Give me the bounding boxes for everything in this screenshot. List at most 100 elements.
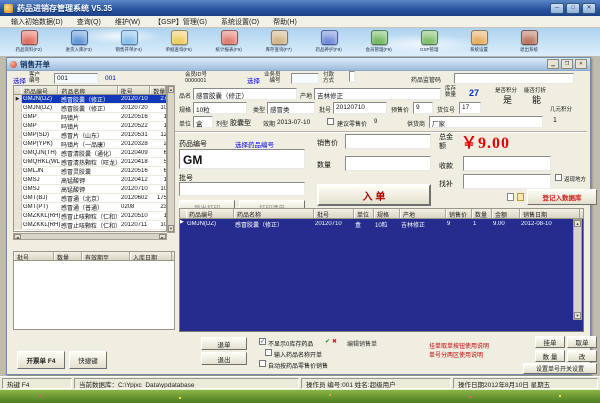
supervision-code-input[interactable] (454, 73, 574, 84)
toolbar-button[interactable]: 单据查询(F5) (162, 30, 196, 53)
table-cell: 盒 (355, 222, 362, 229)
hide-zero-stock-checkbox[interactable]: ✓ (259, 338, 266, 345)
shelf-no-label: 货位号 (437, 108, 456, 114)
select-drug-code-link[interactable]: 选择药品编号 (235, 139, 274, 149)
stock-horizontal-scrollbar[interactable]: ◄ ► (13, 233, 167, 240)
sold-table: 药品编号药品名称批号单位规格产地销售价数量金额销售日期 GMJN(DZ) 感冒胶囊… (179, 208, 584, 332)
payment-method-select[interactable] (349, 71, 355, 82)
hold-order-button[interactable]: 挂单 (535, 336, 565, 348)
batch-table-header: 批号 数量 有效期至 入库日期 (13, 251, 175, 261)
x-icon: ✖ (332, 339, 338, 345)
column-header[interactable]: 有效期至 (82, 252, 130, 260)
column-header[interactable]: 数量 (472, 209, 492, 218)
type-label: 类型 (253, 108, 266, 114)
stock-vertical-scrollbar[interactable]: ▲ ▼ (167, 85, 175, 233)
toolbar-button[interactable]: 退出系统 (512, 30, 546, 53)
table-cell: GMP(SD) (23, 132, 49, 138)
sales-restore-button[interactable]: ❐ (561, 59, 573, 69)
points-flag-value: 是 (503, 95, 513, 105)
column-header[interactable]: 单位 (354, 209, 374, 218)
toolbar-button[interactable]: 销售开单(F4) (112, 30, 146, 53)
toolbar-button[interactable]: GSP管理 (412, 30, 446, 53)
register-database-button[interactable]: 登记入数据库 (527, 189, 597, 205)
sales-minimize-button[interactable]: ▁ (547, 59, 559, 69)
column-header[interactable]: 数量 (54, 252, 82, 260)
toolbar-button[interactable]: 统计报表(F6) (212, 30, 246, 53)
invoice-button[interactable]: 开票单 F4 (17, 351, 65, 369)
column-header[interactable]: 药品名称 (58, 86, 118, 94)
auto-price-checkbox[interactable] (259, 360, 266, 367)
toolbar-label: 库存查询(F7) (265, 47, 293, 53)
table-cell: 感冒灵胶囊 (61, 169, 92, 176)
scroll-down-icon: ▼ (168, 225, 174, 232)
entry-batch-input[interactable] (179, 182, 305, 196)
modify-button[interactable]: 改 (567, 350, 597, 362)
quantity-input[interactable] (345, 156, 431, 171)
change-input[interactable] (463, 174, 551, 189)
table-row[interactable]: GMJN(DZ) 感冒胶囊（修正） 20120710 盒 10粒 吉林修正 9 1 9.00 20… (180, 219, 583, 229)
salesman-no-input[interactable] (291, 73, 319, 84)
toolbar-button[interactable]: 系统设置 (462, 30, 496, 53)
quantity-button[interactable]: 数 量 (535, 350, 565, 362)
table-cell: 10 (160, 105, 167, 111)
batch-table-body (13, 261, 175, 330)
return-order-button[interactable]: 退单 (201, 337, 247, 350)
column-header[interactable]: 销售价 (446, 209, 472, 218)
batch-table: 批号 数量 有效期至 入库日期 (13, 251, 175, 330)
exit-button[interactable]: 退出 (201, 352, 247, 365)
sales-window-titlebar[interactable]: 销售开单 ▁ ❐ ✕ (7, 58, 590, 71)
column-header[interactable]: 批号 (314, 209, 354, 218)
drug-code-input[interactable]: GM (179, 149, 305, 169)
close-button[interactable]: ✕ (582, 2, 596, 14)
sales-close-button[interactable]: ✕ (575, 59, 587, 69)
app-icon (4, 3, 13, 13)
sale-price-label: 销售价 (317, 140, 338, 147)
column-header[interactable]: 药品编号 (186, 209, 234, 218)
stock-qty-value: 27 (469, 88, 480, 98)
sale-price-input[interactable] (345, 134, 431, 149)
column-header[interactable]: 销售日期 (520, 209, 580, 218)
toolbar-button[interactable]: 会员管理(F9) (362, 30, 396, 53)
table-cell: GMJN(DZ) (23, 105, 52, 111)
toolbar-button[interactable]: 进货入库(F3) (62, 30, 96, 53)
menu-item[interactable]: 输入初始数据(D) (4, 17, 70, 27)
column-header[interactable]: 规格 (374, 209, 400, 218)
edit-sale-label[interactable]: 编辑销售单 (347, 339, 377, 348)
column-header[interactable]: 药品名称 (234, 209, 314, 218)
sold-vertical-scrollbar[interactable]: ▲ ▼ (573, 219, 582, 320)
cashback-checkbox[interactable] (555, 174, 562, 181)
select-salesman-link[interactable]: 选择 (247, 75, 260, 85)
recall-order-button[interactable]: 取单 (567, 336, 597, 348)
toolbar-label: 药品养护(F8) (315, 47, 343, 53)
column-header[interactable]: 药品编号 (21, 86, 59, 94)
toolbar-button[interactable]: 药品养护(F8) (312, 30, 346, 53)
menu-item[interactable]: 维护(W) (108, 17, 147, 27)
column-header[interactable]: 产地 (400, 209, 446, 218)
column-header[interactable]: 金额 (492, 209, 520, 218)
column-header[interactable]: 批号 (14, 252, 54, 260)
dosage-form-value: 胶囊型 (230, 120, 251, 127)
column-header[interactable]: 入库日期 (130, 252, 172, 260)
column-header[interactable]: 批号 (117, 86, 151, 94)
enter-order-button[interactable]: 入 单 (317, 184, 431, 206)
menu-item[interactable]: 帮助(H) (266, 17, 304, 27)
select-customer-link[interactable]: 选择 (13, 75, 26, 85)
table-cell: 10 (160, 222, 167, 228)
suggest-price-checkbox[interactable] (327, 118, 334, 125)
maximize-button[interactable]: □ (566, 2, 580, 14)
minimize-button[interactable]: ─ (550, 2, 564, 14)
toolbar-button[interactable]: 库存查询(F7) (262, 30, 296, 53)
menu-item[interactable]: 查询(Q) (70, 17, 108, 27)
customer-no-input[interactable]: 001 (54, 73, 98, 84)
menu-item[interactable]: 【GSP】管理(G) (147, 17, 214, 27)
column-header[interactable]: 数量 (150, 86, 167, 94)
order-no-setting-button[interactable]: 设置单号开关设置 (523, 363, 597, 374)
menu-item[interactable]: 系统设置(O) (214, 17, 266, 27)
hotkey-button[interactable]: 快捷键 (69, 351, 107, 369)
name-entry-checkbox[interactable] (265, 349, 272, 356)
table-cell: 5 (163, 159, 167, 165)
sales-window-icon (10, 60, 17, 68)
toolbar-button[interactable]: 药品资料(F2) (12, 30, 46, 53)
received-input[interactable] (463, 156, 551, 171)
table-row[interactable]: GMZKKL(RH) 感冒止咳颗粒（仁和） 20120711 10 (14, 221, 166, 230)
